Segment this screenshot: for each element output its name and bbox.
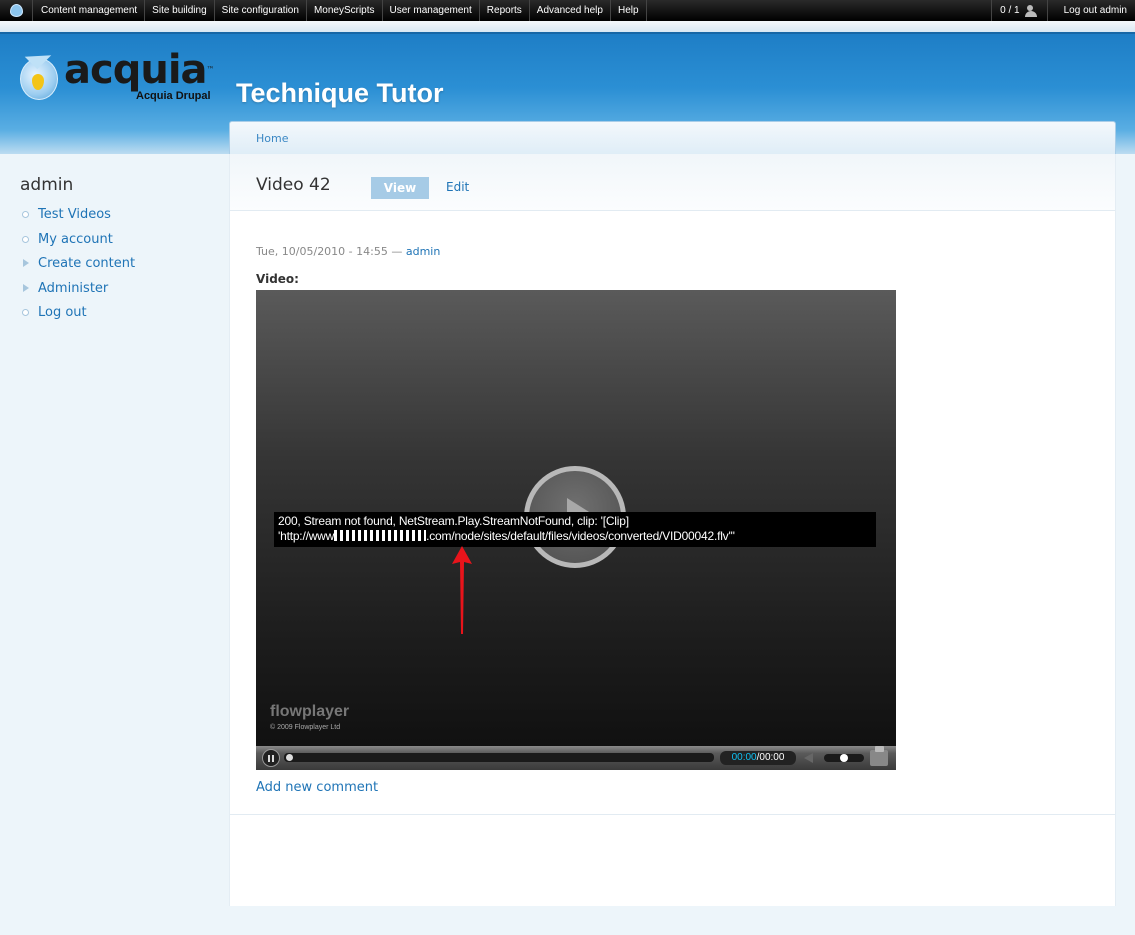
acquia-logo[interactable]: acquia™ Acquia Drupal <box>18 44 218 104</box>
toolbar-right: 0 / 1 Log out admin <box>991 0 1135 21</box>
node-title-bar: Video 42 View Edit <box>230 154 1115 211</box>
add-comment-link[interactable]: Add new comment <box>256 780 378 795</box>
seek-handle[interactable] <box>286 754 293 761</box>
time-current: 00:00 <box>731 752 757 763</box>
sidebar-item-label[interactable]: Test Videos <box>38 207 111 222</box>
logo-tm: ™ <box>206 65 215 74</box>
toolbar-logout-link[interactable]: Log out admin <box>1048 0 1135 21</box>
volume-icon[interactable] <box>804 753 813 763</box>
menu-reports[interactable]: Reports <box>480 0 530 21</box>
seek-bar[interactable] <box>284 753 714 762</box>
video-field-label: Video: <box>256 272 299 286</box>
fullscreen-icon[interactable] <box>870 746 888 766</box>
logo-word: acquia™ <box>64 47 215 93</box>
error-line-1: 200, Stream not found, NetStream.Play.St… <box>278 514 629 528</box>
menu-advanced-help[interactable]: Advanced help <box>530 0 611 21</box>
tab-edit[interactable]: Edit <box>446 180 469 194</box>
content-divider <box>230 814 1115 815</box>
circle-bullet-icon <box>22 235 29 243</box>
flowplayer-logo[interactable]: flowplayer <box>270 703 349 721</box>
drupal-home-icon[interactable] <box>0 0 33 21</box>
sidebar-item-my-account[interactable]: My account <box>20 230 220 255</box>
time-display: 00:00/00:00 <box>720 751 796 765</box>
volume-slider[interactable] <box>824 754 864 762</box>
sidebar-item-label[interactable]: Create content <box>38 256 135 271</box>
collapsed-triangle-icon <box>23 283 29 292</box>
online-users[interactable]: 0 / 1 <box>991 0 1048 21</box>
flowplayer-copyright: © 2009 Flowplayer Ltd <box>270 724 341 731</box>
circle-bullet-icon <box>22 211 29 218</box>
red-arrow-annotation-icon <box>452 546 472 634</box>
time-total: 00:00 <box>759 752 785 763</box>
sidebar-item-test-videos[interactable]: Test Videos <box>20 205 220 230</box>
submitted-info: Tue, 10/05/2010 - 14:55 — admin <box>256 245 440 258</box>
sidebar-menu: Test Videos My account Create content Ad… <box>20 205 220 328</box>
error-line-2: 'http://www .com/node/sites/default/files… <box>278 529 735 543</box>
sidebar-item-create-content[interactable]: Create content <box>20 254 220 279</box>
breadcrumb-home[interactable]: Home <box>256 132 288 145</box>
menu-site-configuration[interactable]: Site configuration <box>215 0 307 21</box>
redacted-domain <box>334 530 427 541</box>
circle-bullet-icon <box>22 309 29 317</box>
sidebar-item-log-out[interactable]: Log out <box>20 303 220 328</box>
users-count: 0 / 1 <box>1000 5 1020 16</box>
sidebar-item-label[interactable]: My account <box>38 232 113 247</box>
author-link[interactable]: admin <box>406 245 440 258</box>
tab-view[interactable]: View <box>371 177 429 199</box>
site-name[interactable]: Technique Tutor <box>236 78 443 109</box>
collapsed-triangle-icon <box>23 259 29 268</box>
sidebar-item-label[interactable]: Log out <box>38 305 87 320</box>
page-title: Video 42 <box>256 175 331 195</box>
menu-help[interactable]: Help <box>611 0 647 21</box>
stream-error-message: 200, Stream not found, NetStream.Play.St… <box>274 512 876 547</box>
submitted-date: Tue, 10/05/2010 - 14:55 <box>256 245 388 258</box>
submitted-separator: — <box>387 245 406 258</box>
menu-site-building[interactable]: Site building <box>145 0 215 21</box>
sidebar-item-label[interactable]: Administer <box>38 281 108 296</box>
player-controlbar: 00:00/00:00 <box>256 746 896 770</box>
menu-moneyscripts[interactable]: MoneyScripts <box>307 0 383 21</box>
menu-content-management[interactable]: Content management <box>34 0 146 21</box>
pause-button[interactable] <box>262 749 280 767</box>
admin-toolbar: Content management Site building Site co… <box>0 0 1135 21</box>
toolbar-spacer <box>0 21 1135 32</box>
main-content: Video 42 View Edit Tue, 10/05/2010 - 14:… <box>229 154 1116 906</box>
menu-user-management[interactable]: User management <box>383 0 480 21</box>
sidebar-item-administer[interactable]: Administer <box>20 279 220 304</box>
sidebar-title: admin <box>20 175 74 195</box>
users-icon <box>1024 4 1039 17</box>
user-menu-block: admin Test Videos My account Create cont… <box>20 175 220 328</box>
flowplayer-video[interactable]: 200, Stream not found, NetStream.Play.St… <box>256 290 896 770</box>
admin-menu: Content management Site building Site co… <box>34 0 647 21</box>
volume-handle[interactable] <box>840 754 848 762</box>
logo-subtitle: Acquia Drupal <box>136 90 211 102</box>
logo-drop-icon <box>18 44 58 100</box>
breadcrumb: Home <box>229 121 1116 154</box>
